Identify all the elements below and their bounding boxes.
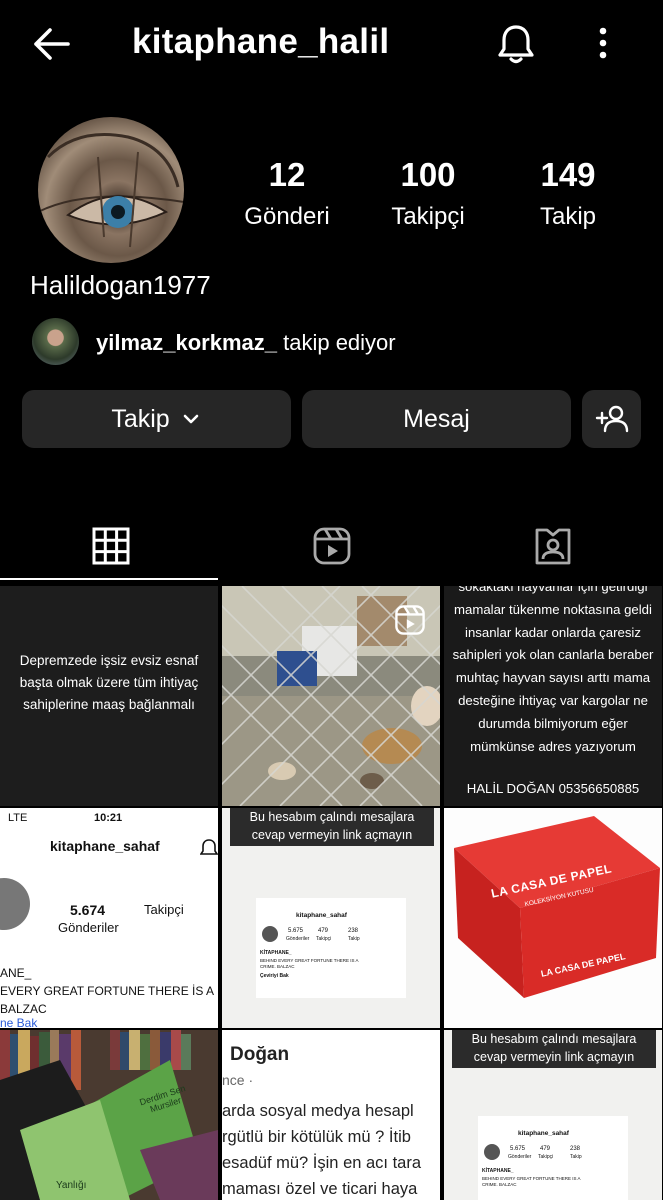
facebook-post-line: arda sosyal medya hesapl (222, 1102, 414, 1120)
mini-stat-label: Takip (348, 936, 360, 942)
screenshot-account-name: kitaphane_sahaf (50, 838, 160, 854)
screenshot-posts-label: Gönderiler (58, 920, 119, 935)
mini-profile-card: kitaphane_sahaf 5.675 479 238 Gönderiler… (478, 1116, 628, 1200)
following-button-label: Takip (111, 404, 170, 433)
tab-reels[interactable] (221, 512, 442, 580)
hacked-warning-banner: Bu hesabım çalındı mesajlara cevap verme… (452, 1030, 656, 1068)
chevron-down-icon (183, 414, 198, 424)
la-casa-de-papel-box-image (444, 808, 662, 1028)
profile-avatar[interactable] (38, 117, 184, 263)
screenshot-status-time: 10:21 (94, 812, 123, 824)
screenshot-avatar (0, 878, 30, 930)
mutual-follower-username: yilmaz_korkmaz_ (96, 330, 277, 355)
posts-count: 12 (268, 156, 306, 193)
mini-stat-label: Gönderiler (286, 936, 310, 942)
mini-avatar (484, 1144, 500, 1160)
post-thumbnail[interactable]: Derdim Sen Mursiler Yanlığı (0, 1030, 218, 1200)
posts-stat[interactable]: 12 Gönderi (217, 158, 357, 232)
mini-bio: BEHIND EVERY GREAT FORTUNE THERE IS A CR… (482, 1176, 581, 1187)
post-caption-phone: HALİL DOĞAN 05356650885 (466, 781, 640, 796)
mutual-follower-avatar[interactable] (32, 318, 79, 365)
screenshot-bio-line: ne Bak (0, 1016, 38, 1028)
followers-label: Takipçi (391, 203, 465, 230)
mini-stat-label: Gönderiler (508, 1154, 532, 1160)
facebook-author-name: Doğan (230, 1044, 290, 1065)
screenshot-followers-label: Takipçi (144, 902, 184, 917)
facebook-post-line: maması özel ve ticari haya (222, 1180, 418, 1198)
post-thumbnail[interactable]: Doğan nce · arda sosyal medya hesapl rgü… (222, 1030, 440, 1200)
mutual-follower-suffix: takip ediyor (277, 330, 396, 355)
mutual-follower-text[interactable]: yilmaz_korkmaz_ takip ediyor (96, 330, 396, 356)
post-thumbnail[interactable]: LA CASA DE PAPEL KOLEKSİYON KUTUSU LA CA… (444, 808, 662, 1028)
facebook-post-line: rgütlü bir kötülük mü ? İtib (222, 1128, 411, 1146)
followers-count: 100 (400, 156, 456, 193)
screenshot-post-count: 5.674 (70, 902, 106, 918)
mini-bio: KİTAPHANE_ (482, 1168, 514, 1174)
reels-icon (313, 527, 350, 565)
mini-profile-card: kitaphane_sahaf 5.675 479 238 Gönderiler… (256, 898, 406, 998)
post-thumbnail[interactable]: Bu hesabım çalındı mesajlara cevap verme… (222, 808, 440, 1028)
tab-tagged[interactable] (442, 512, 663, 580)
mini-stat-label: Takipçi (538, 1154, 554, 1160)
mini-stat-label: Takipçi (316, 936, 332, 942)
grid-icon (92, 527, 129, 565)
mini-stat: 5.675 (510, 1146, 526, 1152)
more-vertical-icon[interactable] (588, 22, 618, 66)
suggest-people-button[interactable] (582, 390, 641, 448)
books-photo (0, 1030, 218, 1200)
followers-stat[interactable]: 100 Takipçi (358, 158, 498, 232)
mini-stat: 238 (570, 1146, 581, 1152)
mini-stat: 479 (318, 928, 329, 934)
add-person-icon (595, 405, 628, 433)
back-arrow-icon[interactable] (28, 22, 74, 66)
following-stat[interactable]: 149 Takip (498, 158, 638, 232)
post-thumbnail[interactable]: LTE 10:21 kitaphane_sahaf 5.674 Takipçi … (0, 808, 218, 1028)
hacked-warning-banner: Bu hesabım çalındı mesajlara cevap verme… (230, 808, 434, 846)
post-thumbnail[interactable]: Bu hesabım çalındı mesajlara cevap verme… (444, 1030, 662, 1200)
screenshot-bell-icon (200, 839, 218, 855)
mini-stat: 238 (348, 928, 359, 934)
mini-bio: KİTAPHANE_ (260, 950, 292, 956)
post-thumbnail[interactable] (222, 586, 440, 806)
facebook-post-line: esadüf mü? İşin en acı tara (222, 1154, 422, 1172)
mini-stat: 5.675 (288, 928, 304, 934)
screenshot-bio-line: EVERY GREAT FORTUNE THERE İS A (0, 984, 215, 998)
mini-account-name: kitaphane_sahaf (296, 912, 347, 919)
bell-icon[interactable] (494, 22, 538, 66)
active-tab-indicator (0, 578, 218, 580)
tab-posts-grid[interactable] (0, 512, 221, 580)
screenshot-bio-line: ANE_ (0, 966, 32, 980)
profile-full-name: Halildogan1977 (30, 270, 211, 300)
avatar-eye-image (38, 133, 184, 248)
profile-username-title: kitaphane_halil (132, 22, 390, 61)
tagged-icon (535, 528, 570, 565)
mini-stat: 479 (540, 1146, 551, 1152)
book-title: Yanlığı (56, 1180, 87, 1191)
mini-avatar (262, 926, 278, 942)
following-label: Takip (539, 203, 597, 230)
screenshot-status-network: LTE (8, 812, 28, 824)
following-button[interactable]: Takip (22, 390, 291, 448)
post-caption-text: sokaktaki hayvanlar için getirdiği mamal… (452, 586, 654, 754)
post-thumbnail[interactable]: Depremzede işsiz evsiz esnaf başta olmak… (0, 586, 218, 806)
mini-bio: Çeviriyi Bak (260, 973, 289, 979)
post-caption-text: Depremzede işsiz evsiz esnaf başta olmak… (19, 653, 199, 712)
posts-label: Gönderi (244, 203, 330, 230)
message-button[interactable]: Mesaj (302, 390, 571, 448)
reel-play-icon (395, 605, 425, 635)
mini-bio: BEHIND EVERY GREAT FORTUNE THERE IS A CR… (260, 958, 359, 969)
mini-account-name: kitaphane_sahaf (518, 1130, 569, 1137)
mini-stat-label: Takip (570, 1154, 582, 1160)
top-bar: kitaphane_halil (0, 0, 663, 90)
screenshot-bio-line: BALZAC (0, 1002, 47, 1016)
facebook-post-meta: nce · (222, 1072, 254, 1088)
following-count: 149 (540, 156, 596, 193)
post-thumbnail[interactable]: sokaktaki hayvanlar için getirdiği mamal… (444, 586, 662, 806)
message-button-label: Mesaj (403, 404, 470, 433)
